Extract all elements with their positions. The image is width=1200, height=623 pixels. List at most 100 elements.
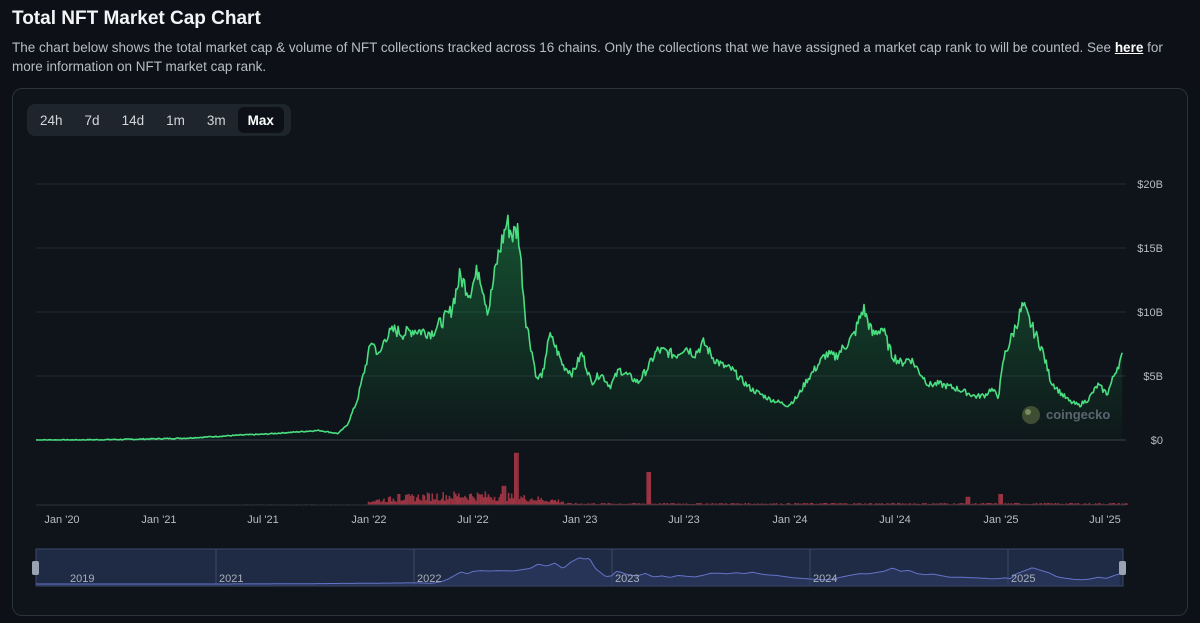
volume-bar (493, 496, 496, 505)
volume-bar (506, 501, 508, 505)
volume-bar (448, 495, 451, 505)
navigator-year-label: 2024 (813, 573, 837, 585)
volume-bar (428, 493, 430, 505)
navigator-left-handle[interactable] (32, 561, 39, 575)
volume-bar (470, 493, 472, 505)
volume-bar (381, 500, 384, 505)
volume-bar (408, 494, 410, 505)
volume-bar (542, 500, 544, 505)
volume-bar (551, 499, 553, 505)
volume-bar (510, 493, 513, 505)
x-tick-label: Jan '21 (141, 514, 176, 526)
market-cap-chart: $0 $5B $10B $15B $20B Jan '20 Jan '21 Jul '21 J… (32, 179, 1163, 587)
volume-bar (965, 496, 968, 506)
volume-bar (528, 501, 530, 505)
volume-bar (557, 499, 560, 505)
volume-bar (523, 495, 525, 505)
volume-bar (462, 497, 465, 505)
volume-bar (411, 494, 413, 505)
y-tick-label: $20B (1137, 179, 1163, 191)
volume-bar (476, 492, 479, 505)
navigator-year-label: 2023 (615, 573, 639, 585)
volume-bar (495, 500, 497, 505)
volume-bar (545, 500, 547, 505)
navigator-right-handle[interactable] (1119, 561, 1126, 575)
volume-bar (479, 494, 482, 505)
volume-bar (503, 485, 505, 506)
x-tick-label: Jul '25 (1089, 514, 1120, 526)
navigator-year-label: 2019 (70, 573, 94, 585)
volume-bar (646, 472, 648, 505)
volume-bar (461, 497, 463, 505)
volume-bar (967, 496, 969, 506)
volume-bar (430, 501, 432, 505)
volume-bar (464, 495, 466, 505)
volume-bar (436, 493, 438, 505)
volume-bar (465, 497, 468, 505)
y-tick-label: $10B (1137, 307, 1163, 319)
volume-bar (649, 472, 652, 505)
volume-bar (406, 494, 409, 505)
volume-bar (482, 497, 485, 505)
volume-bar (498, 497, 501, 505)
x-tick-label: Jan '24 (772, 514, 807, 526)
volume-bar (433, 499, 435, 505)
x-tick-label: Jan '20 (44, 514, 79, 526)
volume-bar (496, 500, 499, 505)
volume-bar (409, 495, 412, 505)
volume-bar (553, 500, 555, 505)
volume-bar (431, 493, 434, 505)
volume-bar (389, 496, 392, 505)
volume-bar (397, 494, 399, 505)
volume-bar (472, 496, 474, 505)
volume-bar (529, 499, 532, 505)
volume-bar (524, 499, 527, 505)
volume-bar (1001, 494, 1003, 505)
y-tick-label: $5B (1143, 371, 1163, 383)
volume-bar (968, 496, 971, 506)
volume-bar (392, 498, 395, 505)
x-tick-label: Jul '21 (247, 514, 278, 526)
volume-bar (439, 500, 441, 505)
volume-bar (543, 501, 546, 505)
volume-bar (422, 494, 424, 505)
volume-bar (445, 495, 448, 505)
volume-bar (554, 500, 557, 505)
volume-bar (534, 500, 536, 505)
volume-bar (450, 498, 452, 505)
watermark-text: coingecko (1046, 407, 1110, 422)
volume-bar (521, 497, 524, 505)
volume-bar (398, 494, 401, 505)
volume-bar (378, 499, 381, 505)
volume-bar (478, 494, 480, 505)
volume-bar (447, 499, 449, 505)
volume-bar (426, 492, 429, 505)
market-cap-area (36, 215, 1123, 440)
volume-bar (535, 500, 538, 505)
volume-bar (375, 499, 378, 505)
navigator[interactable]: 2019 2021 2022 2023 2024 2025 (32, 548, 1126, 587)
volume-bar (456, 496, 458, 505)
volume-bar (403, 499, 406, 505)
x-tick-label: Jul '23 (668, 514, 699, 526)
volume-bar (391, 501, 393, 505)
navigator-year-label: 2022 (417, 573, 441, 585)
volume-bar (415, 497, 418, 505)
volume-bar (401, 500, 404, 505)
volume-bar (387, 497, 390, 505)
coingecko-logo-icon (1022, 406, 1040, 424)
volume-bar (484, 491, 487, 505)
volume-bar (468, 494, 471, 505)
volume-bar (459, 497, 462, 505)
volume-bar (648, 472, 650, 505)
volume-bar (440, 498, 443, 505)
volume-bar (437, 500, 440, 505)
volume-bar (458, 493, 460, 505)
volume-bar (394, 500, 396, 505)
volume-bar (405, 494, 407, 505)
volume-bar (549, 500, 552, 505)
volume-bar (504, 485, 507, 506)
volume-bars (244, 452, 1128, 506)
volume-bar (532, 500, 535, 505)
volume-bar (453, 491, 455, 505)
